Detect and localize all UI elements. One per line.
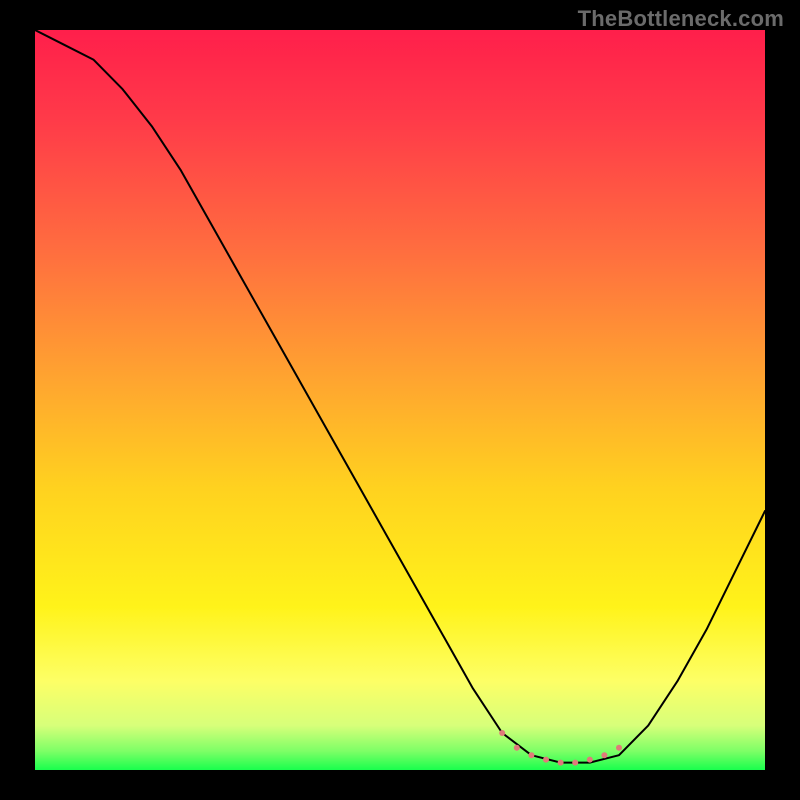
valley-marker bbox=[543, 757, 549, 763]
valley-marker bbox=[601, 752, 607, 758]
chart-svg bbox=[35, 30, 765, 770]
valley-marker bbox=[587, 757, 593, 763]
valley-marker bbox=[558, 760, 564, 766]
chart-plot-area bbox=[35, 30, 765, 770]
valley-marker bbox=[514, 745, 520, 751]
gradient-background bbox=[35, 30, 765, 770]
valley-marker bbox=[616, 745, 622, 751]
valley-marker bbox=[528, 752, 534, 758]
valley-marker bbox=[572, 760, 578, 766]
chart-stage: TheBottleneck.com bbox=[0, 0, 800, 800]
valley-marker bbox=[499, 730, 505, 736]
watermark-label: TheBottleneck.com bbox=[578, 6, 784, 32]
